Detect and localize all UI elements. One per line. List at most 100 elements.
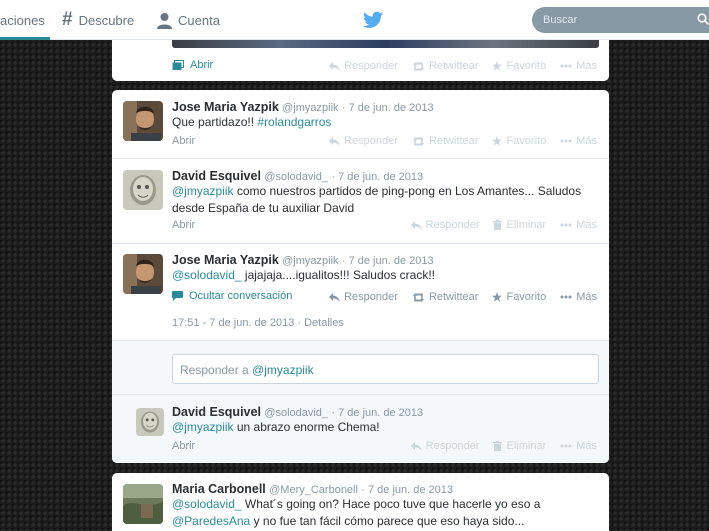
reply-icon: [329, 136, 341, 146]
more-dots-icon: [560, 139, 572, 143]
tweet-timestamp[interactable]: · 7 de jun. de 2013: [361, 484, 453, 496]
tweet-item[interactable]: David Esquivel @solodavid_ · 7 de jun. d…: [112, 394, 609, 463]
reply-input[interactable]: Responder a @jmyazpiik: [172, 354, 599, 384]
author-handle[interactable]: @solodavid_: [264, 407, 328, 419]
reply-action[interactable]: Responder: [410, 440, 479, 452]
details-link[interactable]: · Detalles: [294, 317, 343, 329]
twitter-bird-icon[interactable]: [363, 11, 383, 29]
star-icon: [492, 292, 503, 302]
active-tab-indicator: [0, 37, 50, 40]
author-handle[interactable]: @Mery_Carbonell: [269, 484, 358, 496]
star-icon: [492, 61, 503, 71]
search-icon[interactable]: [697, 13, 709, 25]
tweet-full-timestamp[interactable]: 17:51 - 7 de jun. de 2013: [172, 317, 294, 329]
star-icon: [492, 136, 503, 146]
mention-link[interactable]: @jmyazpiik: [172, 420, 234, 434]
user-icon: [157, 12, 172, 29]
avatar[interactable]: [123, 101, 163, 141]
trash-icon: [493, 441, 503, 451]
avatar[interactable]: [136, 408, 164, 436]
more-action[interactable]: Más: [560, 440, 597, 452]
tweet-timestamp[interactable]: · 7 de jun. de 2013: [342, 255, 434, 267]
tweet-text: Que partidazo!! #rolandgarros: [172, 115, 332, 129]
mention-link[interactable]: @solodavid_: [172, 268, 242, 282]
hide-conversation-link[interactable]: Ocultar conversación: [172, 290, 292, 302]
retweet-action[interactable]: Retwittear: [412, 291, 478, 303]
hashtag-icon: #: [62, 9, 73, 30]
nav-discover[interactable]: # Descubre: [62, 0, 134, 40]
reply-action[interactable]: Responder: [329, 291, 398, 303]
tweet-actions: Responder Eliminar Más: [410, 440, 597, 452]
hashtag-link[interactable]: #rolandgarros: [257, 115, 331, 129]
tweet-actions: Responder Eliminar Más: [410, 219, 597, 231]
avatar-image: [136, 408, 164, 436]
mention-link[interactable]: @solodavid_: [172, 497, 242, 511]
nav-account[interactable]: Cuenta: [156, 0, 220, 40]
reply-action[interactable]: Responder: [329, 60, 398, 72]
favorite-action[interactable]: Favorito: [492, 291, 546, 303]
tweet-actions: Responder Retwittear Favorito Más: [329, 135, 597, 147]
photo-icon: [172, 59, 184, 70]
retweet-action[interactable]: Retwittear: [412, 60, 478, 72]
avatar-image: [123, 484, 163, 524]
tweet-text: @jmyazpiik un abrazo enorme Chema!: [172, 420, 380, 434]
avatar[interactable]: [123, 484, 163, 524]
avatar[interactable]: [123, 170, 163, 210]
reply-icon: [410, 220, 422, 230]
avatar[interactable]: [123, 254, 163, 294]
reply-action[interactable]: Responder: [410, 219, 479, 231]
more-action[interactable]: Más: [560, 291, 597, 303]
favorite-action[interactable]: Favorito: [492, 135, 546, 147]
tweet-timestamp[interactable]: · 7 de jun. de 2013: [331, 407, 423, 419]
reply-icon: [410, 441, 422, 451]
author-name[interactable]: Maria Carbonell: [172, 482, 266, 496]
retweet-action[interactable]: Retwittear: [412, 135, 478, 147]
reply-action[interactable]: Responder: [329, 135, 398, 147]
author-handle[interactable]: @jmyazpiik: [282, 102, 338, 114]
tweet-item[interactable]: Maria Carbonell @Mery_Carbonell · 7 de j…: [112, 473, 609, 531]
conversation-card: Jose Maria Yazpik @jmyazpiik · 7 de jun.…: [112, 90, 609, 463]
tweet-header: Maria Carbonell @Mery_Carbonell · 7 de j…: [172, 482, 453, 496]
reply-section: Responder a @jmyazpiik David Esquivel @s…: [112, 341, 609, 463]
author-name[interactable]: David Esquivel: [172, 405, 261, 419]
nav-notifications-label: aciones: [0, 12, 45, 28]
reply-icon: [329, 61, 341, 71]
nav-notifications[interactable]: aciones: [0, 0, 50, 40]
author-name[interactable]: Jose Maria Yazpik: [172, 100, 279, 114]
more-dots-icon: [560, 64, 572, 68]
avatar-image: [123, 101, 163, 141]
more-action[interactable]: Más: [560, 219, 597, 231]
search-input[interactable]: [532, 7, 709, 33]
tweet-actions: Responder Retwittear Favorito Más: [329, 60, 597, 72]
author-name[interactable]: Jose Maria Yazpik: [172, 253, 279, 267]
open-tweet-link[interactable]: Abrir: [172, 440, 195, 452]
author-handle[interactable]: @solodavid_: [264, 171, 328, 183]
author-name[interactable]: David Esquivel: [172, 169, 261, 183]
tweet-item[interactable]: David Esquivel @solodavid_ · 7 de jun. d…: [112, 159, 609, 244]
avatar-image: [123, 170, 163, 210]
tweet-timestamp[interactable]: · 7 de jun. de 2013: [342, 102, 434, 114]
tweet-item[interactable]: Jose Maria Yazpik @jmyazpiik · 7 de jun.…: [112, 90, 609, 159]
mention-link[interactable]: @ParedesAna: [172, 514, 250, 528]
delete-action[interactable]: Eliminar: [493, 219, 546, 231]
open-tweet-link[interactable]: Abrir: [172, 135, 195, 147]
trash-icon: [493, 220, 503, 230]
delete-action[interactable]: Eliminar: [493, 440, 546, 452]
tweet-item-expanded[interactable]: Jose Maria Yazpik @jmyazpiik · 7 de jun.…: [112, 244, 609, 341]
speech-bubble-icon: [172, 291, 183, 301]
open-tweet-link[interactable]: Abrir: [172, 219, 195, 231]
nav-discover-label: Descubre: [78, 12, 135, 28]
tweet-card-next: Maria Carbonell @Mery_Carbonell · 7 de j…: [112, 473, 609, 531]
author-handle[interactable]: @jmyazpiik: [282, 255, 338, 267]
reply-mention: @jmyazpiik: [252, 363, 314, 377]
tweet-timestamp[interactable]: · 7 de jun. de 2013: [331, 171, 423, 183]
reply-icon: [329, 292, 341, 302]
more-action[interactable]: Más: [560, 135, 597, 147]
media-preview[interactable]: [172, 40, 599, 48]
more-action[interactable]: Más: [560, 60, 597, 72]
favorite-action[interactable]: Favorito: [492, 60, 546, 72]
open-media-link[interactable]: Abrir: [172, 59, 213, 71]
tweet-header: Jose Maria Yazpik @jmyazpiik · 7 de jun.…: [172, 100, 434, 114]
mention-link[interactable]: @jmyazpiik: [172, 184, 234, 198]
more-dots-icon: [560, 444, 572, 448]
